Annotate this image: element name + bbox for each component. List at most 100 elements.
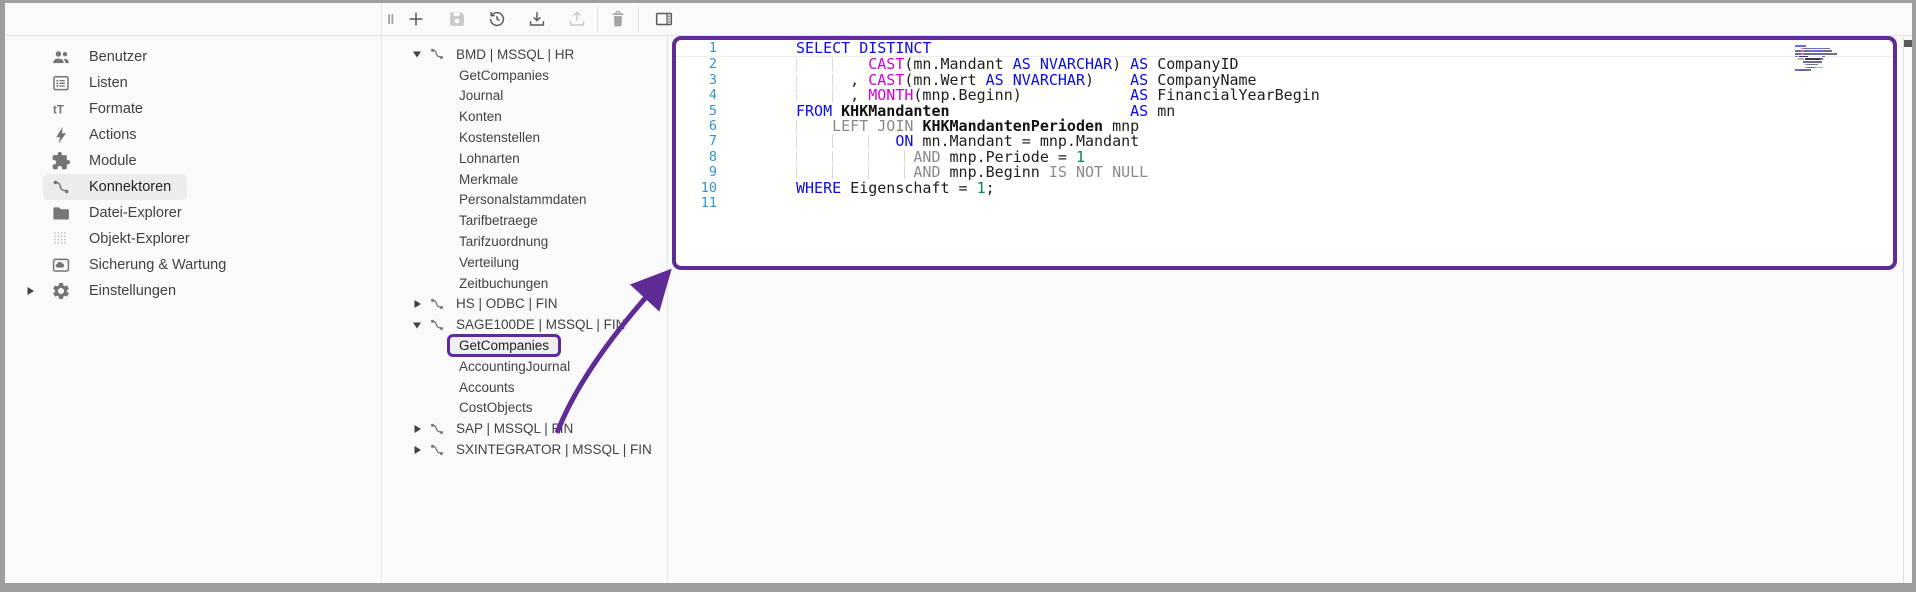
svg-text:tT: tT: [53, 105, 64, 117]
chevron-right-icon[interactable]: [409, 299, 425, 309]
users-icon: [51, 47, 71, 67]
tree-item-konten[interactable]: Konten: [403, 106, 665, 127]
expand-arrow-icon[interactable]: [19, 286, 41, 296]
tree-item-verteilung[interactable]: Verteilung: [403, 252, 665, 273]
tree-item-sap-mssql-fin[interactable]: SAP | MSSQL | FIN: [403, 418, 665, 439]
indent-guide: [868, 135, 869, 148]
tree-item-kostenstellen[interactable]: Kostenstellen: [403, 127, 665, 148]
tree-item-label-selected: GetCompanies: [447, 334, 561, 357]
sidebar-item-objekt-explorer[interactable]: Objekt-Explorer: [5, 226, 381, 252]
upload-icon[interactable]: [564, 6, 590, 32]
tree-item-sage100de-mssql-fin[interactable]: SAGE100DE | MSSQL | FIN: [403, 314, 665, 335]
tree-item-sxintegrator-mssql-fin[interactable]: SXINTEGRATOR | MSSQL | FIN: [403, 439, 665, 460]
app-window: Benutzer Listen tTFormateActions Module Konn…: [5, 3, 1912, 583]
minimap-line: [1795, 58, 1841, 60]
line-number: 4: [676, 88, 717, 103]
tree-item-tarifzuordnung[interactable]: Tarifzuordnung: [403, 231, 665, 252]
tree-item-tarifbetraege[interactable]: Tarifbetraege: [403, 210, 665, 231]
indent-guide: [832, 89, 833, 102]
sidebar-item-listen[interactable]: Listen: [5, 70, 381, 96]
minimap-line: [1795, 69, 1841, 71]
sidebar-item-module[interactable]: Module: [5, 148, 381, 174]
sidebar-item-label: Benutzer: [89, 49, 147, 65]
tree-item-label: Personalstammdaten: [459, 192, 587, 207]
connector-tree: BMD | MSSQL | HRGetCompaniesJournalKonte…: [403, 44, 665, 460]
line-number: 10: [676, 181, 717, 196]
tree-item-hs-odbc-fin[interactable]: HS | ODBC | FIN: [403, 294, 665, 315]
connector-icon: [427, 296, 447, 312]
indent-guide: [796, 89, 797, 102]
sidebar-item-formate[interactable]: tTFormate: [5, 96, 381, 122]
indent-guide: [832, 151, 833, 164]
tree-item-zeitbuchungen[interactable]: Zeitbuchungen: [403, 273, 665, 294]
code-line: 11: [676, 196, 1893, 211]
sidebar-item-datei-explorer[interactable]: Datei-Explorer: [5, 200, 381, 226]
code-line-text: WHERE Eigenschaft = 1;: [796, 181, 995, 196]
minimap-line: [1795, 67, 1841, 69]
list-icon: [51, 73, 71, 93]
sidebar-item-label: Einstellungen: [89, 283, 176, 299]
indent-guide: [904, 166, 905, 179]
sidebar-panel-divider: [381, 3, 382, 583]
connector-icon: [427, 421, 447, 437]
toolbar-divider: [597, 7, 598, 32]
layout-panel-icon[interactable]: [651, 6, 677, 32]
tree-item-label: AccountingJournal: [459, 359, 570, 374]
sidebar-item-einstellungen[interactable]: Einstellungen: [5, 278, 381, 304]
sidebar-item-sicherung-wartung[interactable]: Sicherung & Wartung: [5, 252, 381, 278]
minimap[interactable]: [1795, 45, 1841, 75]
minimap-line: [1795, 50, 1841, 52]
connector-icon: [427, 46, 447, 62]
tree-item-journal[interactable]: Journal: [403, 86, 665, 107]
minimap-line: [1795, 48, 1841, 50]
tree-item-getcompanies[interactable]: GetCompanies: [403, 335, 665, 356]
cloud-box-icon: [51, 255, 71, 275]
tree-item-personalstammdaten[interactable]: Personalstammdaten: [403, 190, 665, 211]
indent-guide: [904, 151, 905, 164]
sidebar-item-label: Objekt-Explorer: [89, 231, 190, 247]
tree-item-label: Merkmale: [459, 172, 518, 187]
tree-item-label: HS | ODBC | FIN: [456, 296, 558, 311]
delete-icon[interactable]: [605, 6, 631, 32]
line-number: 2: [676, 57, 717, 72]
tree-item-costobjects[interactable]: CostObjects: [403, 398, 665, 419]
sidebar-item-benutzer[interactable]: Benutzer: [5, 44, 381, 70]
connector-icon: [427, 317, 447, 333]
chevron-down-icon[interactable]: [409, 49, 425, 59]
code-area: 1SELECT DISTINCT2 CAST(mn.Mandant AS NVA…: [676, 41, 1893, 211]
sidebar-item-label: Datei-Explorer: [89, 205, 182, 221]
tree-item-label: Zeitbuchungen: [459, 276, 548, 291]
tree-item-lohnarten[interactable]: Lohnarten: [403, 148, 665, 169]
tree-item-label: Tarifzuordnung: [459, 234, 548, 249]
tree-item-merkmale[interactable]: Merkmale: [403, 169, 665, 190]
download-icon[interactable]: [524, 6, 550, 32]
chevron-down-icon[interactable]: [409, 320, 425, 330]
line-number: 3: [676, 73, 717, 88]
tree-item-label: SAP | MSSQL | FIN: [456, 421, 573, 436]
sidebar-item-label: Konnektoren: [89, 179, 171, 195]
chevron-right-icon[interactable]: [409, 424, 425, 434]
sidebar-item-label: Module: [89, 153, 137, 169]
tree-item-getcompanies[interactable]: GetCompanies: [403, 65, 665, 86]
query-editor[interactable]: 1SELECT DISTINCT2 CAST(mn.Mandant AS NVA…: [672, 36, 1897, 270]
editor-scrollbar-thumb[interactable]: [1904, 40, 1912, 47]
code-line-text: SELECT DISTINCT: [796, 41, 931, 56]
chevron-right-icon[interactable]: [409, 445, 425, 455]
sidebar-item-label: Listen: [89, 75, 128, 91]
line-number: 5: [676, 104, 717, 119]
tree-item-bmd-mssql-hr[interactable]: BMD | MSSQL | HR: [403, 44, 665, 65]
save-icon[interactable]: [444, 6, 470, 32]
text-format-icon: tT: [51, 99, 71, 119]
tree-item-label: Kostenstellen: [459, 130, 540, 145]
indent-guide: [832, 135, 833, 148]
tree-item-label: Lohnarten: [459, 151, 520, 166]
indent-guide: [868, 151, 869, 164]
history-icon[interactable]: [484, 6, 510, 32]
add-icon[interactable]: [403, 6, 429, 32]
sidebar-item-actions[interactable]: Actions: [5, 122, 381, 148]
sidebar-item-konnektoren[interactable]: Konnektoren: [5, 174, 381, 200]
indent-guide: [796, 120, 797, 133]
connector-icon: [51, 177, 71, 197]
tree-item-accounts[interactable]: Accounts: [403, 377, 665, 398]
tree-item-accountingjournal[interactable]: AccountingJournal: [403, 356, 665, 377]
